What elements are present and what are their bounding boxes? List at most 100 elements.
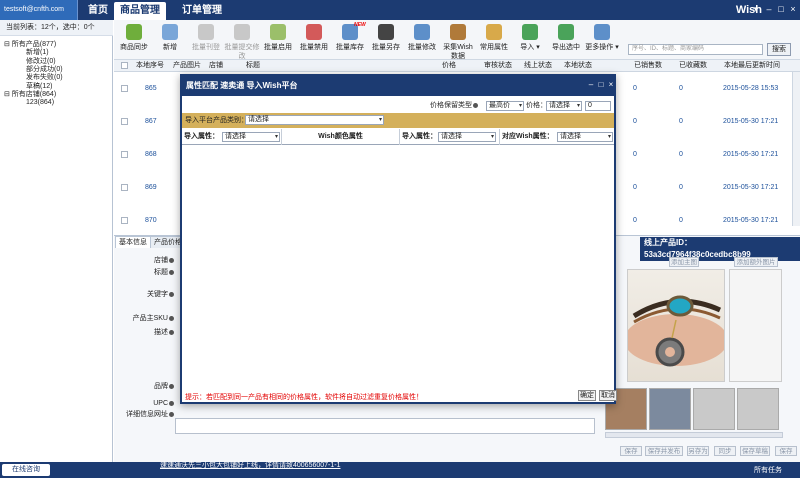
column-header[interactable]: 店铺 xyxy=(209,60,223,72)
detail-action-button[interactable]: 保存 xyxy=(775,446,797,456)
detail-action-button[interactable]: 另存为 xyxy=(687,446,709,456)
tree-item[interactable]: 发布失败(0) xyxy=(26,74,63,82)
column-header[interactable]: 本地序号 xyxy=(136,60,164,72)
more-icon xyxy=(594,24,610,40)
thumbnail-image[interactable] xyxy=(737,388,779,430)
import-attribute-select[interactable]: 请选择 xyxy=(438,132,496,142)
collect-icon xyxy=(450,24,466,40)
toolbar-button-enable[interactable]: 批量启用 xyxy=(260,24,296,58)
dialog-maximize-icon[interactable]: □ xyxy=(597,80,605,90)
column-header[interactable]: 本地最后更新时间 xyxy=(724,60,780,72)
thumbnail-scrollbar[interactable] xyxy=(605,432,783,438)
help-icon xyxy=(169,400,174,406)
column-header[interactable]: 已收藏数 xyxy=(679,60,707,72)
column-header[interactable]: 已销售数 xyxy=(634,60,662,72)
detail-url-field[interactable] xyxy=(175,418,595,434)
toolbar-button-disable[interactable]: 批量禁用 xyxy=(296,24,332,58)
help-icon xyxy=(169,257,174,263)
nav-tab-home[interactable]: 首页 xyxy=(82,2,114,20)
import-attribute-select[interactable]: 请选择 xyxy=(222,132,280,142)
select-all-checkbox[interactable] xyxy=(121,62,128,69)
tree-item[interactable]: 草稿(12) xyxy=(26,83,52,91)
product-grid-header: 本地序号 产品图片 店铺 标题 价格 审核状态 线上状态 本地状态 已销售数 已收藏数 本地最后更新… xyxy=(114,60,800,72)
tree-item[interactable]: ⊟ 所有产品(877) xyxy=(4,41,56,49)
toolbar-button-label: 导出选中 xyxy=(552,44,580,51)
tree-item[interactable]: 新增(1) xyxy=(26,49,49,57)
toolbar-button-publish: 批量刊登 xyxy=(188,24,224,58)
add-main-image-button[interactable]: 添加主图 xyxy=(669,257,699,267)
tree-item[interactable]: 123(864) xyxy=(26,99,54,107)
toolbar-button-inventory[interactable]: 批量库存 NEW xyxy=(332,22,368,58)
attribute-map-header: 导入属性： 请选择 Wish颜色属性 导入属性： 请选择 对应Wish属性： 请… xyxy=(182,129,614,145)
toolbar-button-export[interactable]: 导出选中 xyxy=(548,24,584,58)
minimize-icon[interactable]: – xyxy=(764,4,774,14)
ok-button[interactable]: 确定 xyxy=(578,390,596,401)
add-extra-image-button[interactable]: 添加额外图片 xyxy=(734,257,778,267)
row-checkbox[interactable] xyxy=(121,217,128,224)
tree-item[interactable]: 部分成功(0) xyxy=(26,66,63,74)
field-label: 描述 xyxy=(114,328,174,337)
top-navigation-bar: testsoft@cnfth.com 首页 商品管理 订单管理 Wish ▾ –… xyxy=(0,0,800,20)
help-icon xyxy=(169,315,174,321)
detail-action-button[interactable]: 保存 xyxy=(620,446,642,456)
dialog-close-icon[interactable]: × xyxy=(607,80,615,90)
submit-icon xyxy=(234,24,250,40)
maximize-icon[interactable]: □ xyxy=(776,4,786,14)
all-tasks-button[interactable]: 所有任务 xyxy=(754,465,782,475)
wish-attribute-select[interactable]: 请选择 xyxy=(557,132,613,142)
toolbar-button-import[interactable]: 导入 ▾ xyxy=(512,24,548,58)
column-header[interactable]: 标题 xyxy=(246,60,260,72)
toolbar-button-save-as[interactable]: 批量另存 xyxy=(368,24,404,58)
toolbar-button-more[interactable]: 更多操作 ▾ xyxy=(584,24,620,58)
thumbnail-image[interactable] xyxy=(649,388,691,430)
toolbar-button-label: 批量禁用 xyxy=(300,44,328,51)
cancel-button[interactable]: 取消 xyxy=(599,390,617,401)
tree-item[interactable]: 修改过(0) xyxy=(26,58,56,66)
column-header[interactable]: 本地状态 xyxy=(564,60,592,72)
column-header[interactable]: 线上状态 xyxy=(524,60,552,72)
category-label: 导入平台产品类别： xyxy=(185,117,248,124)
notice-link[interactable]: 速速通沃先三小包大包铺好上线，详情请致400656007-1-1 xyxy=(160,462,341,470)
close-icon[interactable]: × xyxy=(788,4,798,14)
search-button[interactable]: 搜索 xyxy=(767,43,791,56)
online-support-button[interactable]: 在线咨询 xyxy=(2,464,50,476)
toolbar-button-edit[interactable]: 批量修改 xyxy=(404,24,440,58)
row-checkbox[interactable] xyxy=(121,151,128,158)
detail-action-button[interactable]: 保存并发布 xyxy=(645,446,683,456)
tree-item[interactable]: ⊟ 所有店铺(864) xyxy=(4,91,56,99)
thumbnail-image[interactable] xyxy=(693,388,735,430)
category-select[interactable]: 请选择 xyxy=(245,115,384,125)
row-seq: 867 xyxy=(145,118,157,125)
column-header[interactable]: 审核状态 xyxy=(484,60,512,72)
search-input[interactable]: 序号、ID、标题、商家编码 xyxy=(628,44,763,55)
nav-tab-product-management[interactable]: 商品管理 xyxy=(114,2,166,20)
main-product-image[interactable] xyxy=(627,269,725,382)
new-badge: NEW xyxy=(354,22,366,28)
account-label[interactable]: testsoft@cnfth.com xyxy=(0,0,78,20)
price-select[interactable]: 请选择 xyxy=(546,101,582,111)
column-header[interactable]: 价格 xyxy=(442,60,456,72)
field-label: UPC xyxy=(114,399,174,408)
column-header[interactable]: 产品图片 xyxy=(173,60,201,72)
tab-basic-info[interactable]: 基本信息 xyxy=(115,236,151,248)
price-value-input[interactable]: 0 xyxy=(585,101,611,111)
toolbar-button-attribute[interactable]: 常用属性 xyxy=(476,24,512,58)
field-label-text: 品牌 xyxy=(154,383,168,390)
row-checkbox[interactable] xyxy=(121,85,128,92)
toolbar-button-label: 导入 ▾ xyxy=(520,44,540,51)
dialog-minimize-icon[interactable]: – xyxy=(587,80,595,90)
save-as-icon xyxy=(378,24,394,40)
dropdown-icon[interactable]: ▾ xyxy=(751,4,761,14)
grid-scrollbar[interactable] xyxy=(792,72,800,226)
detail-action-button[interactable]: 保存草稿 xyxy=(740,446,770,456)
toolbar-button-label: 批量另存 xyxy=(372,44,400,51)
toolbar-button-collect[interactable]: 采集Wish数据 xyxy=(440,24,476,60)
field-label: 品牌 xyxy=(114,382,174,391)
detail-action-button[interactable]: 同步 xyxy=(714,446,736,456)
toolbar-button-add[interactable]: 新增 xyxy=(152,24,188,58)
nav-tab-order-management[interactable]: 订单管理 xyxy=(176,2,228,20)
toolbar-button-sync[interactable]: 商品同步 xyxy=(116,24,152,58)
row-checkbox[interactable] xyxy=(121,118,128,125)
price-type-select[interactable]: 最高价 xyxy=(486,101,524,111)
row-checkbox[interactable] xyxy=(121,184,128,191)
